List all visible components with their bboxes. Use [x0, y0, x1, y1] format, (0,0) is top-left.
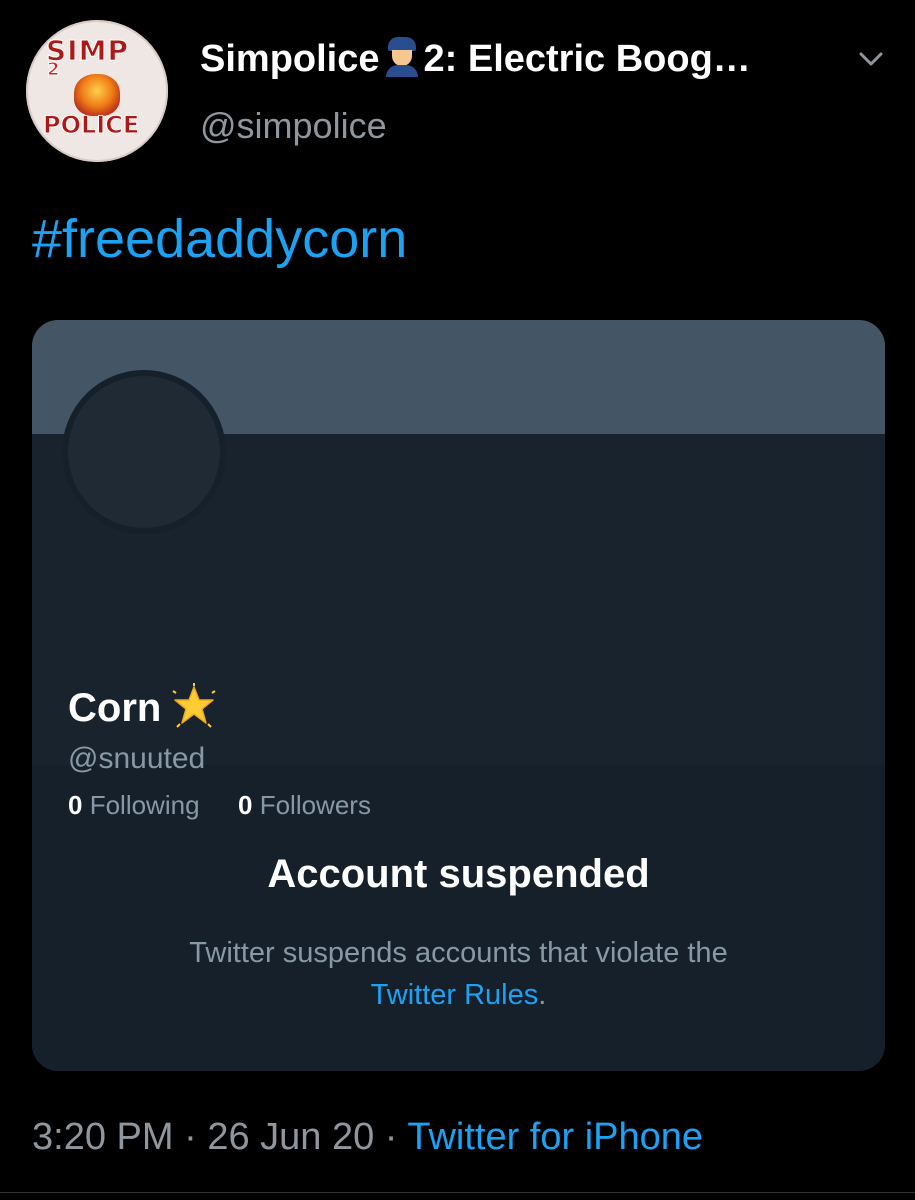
profile-avatar-placeholder: [68, 376, 220, 528]
rules-suffix: .: [538, 979, 547, 1011]
followers-label: Followers: [259, 790, 371, 820]
profile-name: Corn: [68, 683, 217, 731]
suspended-description: Twitter suspends accounts that violate t…: [32, 932, 885, 1016]
avatar-flame-emblem: [74, 74, 120, 116]
author-handle[interactable]: @simpolice: [200, 104, 387, 148]
tweet-source-link[interactable]: Twitter for iPhone: [407, 1116, 703, 1158]
divider: [0, 1192, 915, 1193]
profile-stats: 0 Following 0 Followers: [68, 789, 371, 821]
suspended-text: Twitter suspends accounts that violate t…: [189, 937, 728, 969]
author-avatar[interactable]: SIMP 2 POLICE: [26, 20, 168, 162]
tweet-time[interactable]: 3:20 PM: [32, 1116, 174, 1158]
author-display-name[interactable]: Simpolice 2: Electric Boog…: [200, 36, 751, 82]
author-name-suffix: 2: Electric Boog…: [423, 38, 751, 80]
tweet-date[interactable]: 26 Jun 20: [207, 1116, 374, 1158]
avatar-number-text: 2: [47, 59, 60, 81]
twitter-rules-link[interactable]: Twitter Rules: [371, 979, 539, 1011]
police-officer-emoji-icon: [384, 37, 420, 77]
meta-separator: ·: [384, 1116, 398, 1158]
followers-count: 0: [238, 790, 253, 820]
author-name-text: Simpolice: [200, 38, 380, 80]
avatar-bottom-text: POLICE: [42, 111, 140, 139]
chevron-down-icon[interactable]: [858, 50, 884, 68]
profile-handle: @snuuted: [68, 742, 206, 775]
profile-name-text: Corn: [68, 686, 162, 730]
tweet-metadata: 3:20 PM · 26 Jun 20 · Twitter for iPhone: [32, 1114, 703, 1160]
profile-avatar: [62, 370, 226, 534]
following-count: 0: [68, 790, 83, 820]
suspended-profile-card[interactable]: Corn @snuuted 0 Following 0 Followers Ac…: [32, 320, 885, 1071]
hashtag-link[interactable]: #freedaddycorn: [32, 208, 407, 270]
meta-separator: ·: [184, 1116, 197, 1158]
following-label: Following: [89, 790, 200, 820]
glowing-star-icon: [172, 683, 216, 728]
suspended-title: Account suspended: [267, 852, 650, 896]
